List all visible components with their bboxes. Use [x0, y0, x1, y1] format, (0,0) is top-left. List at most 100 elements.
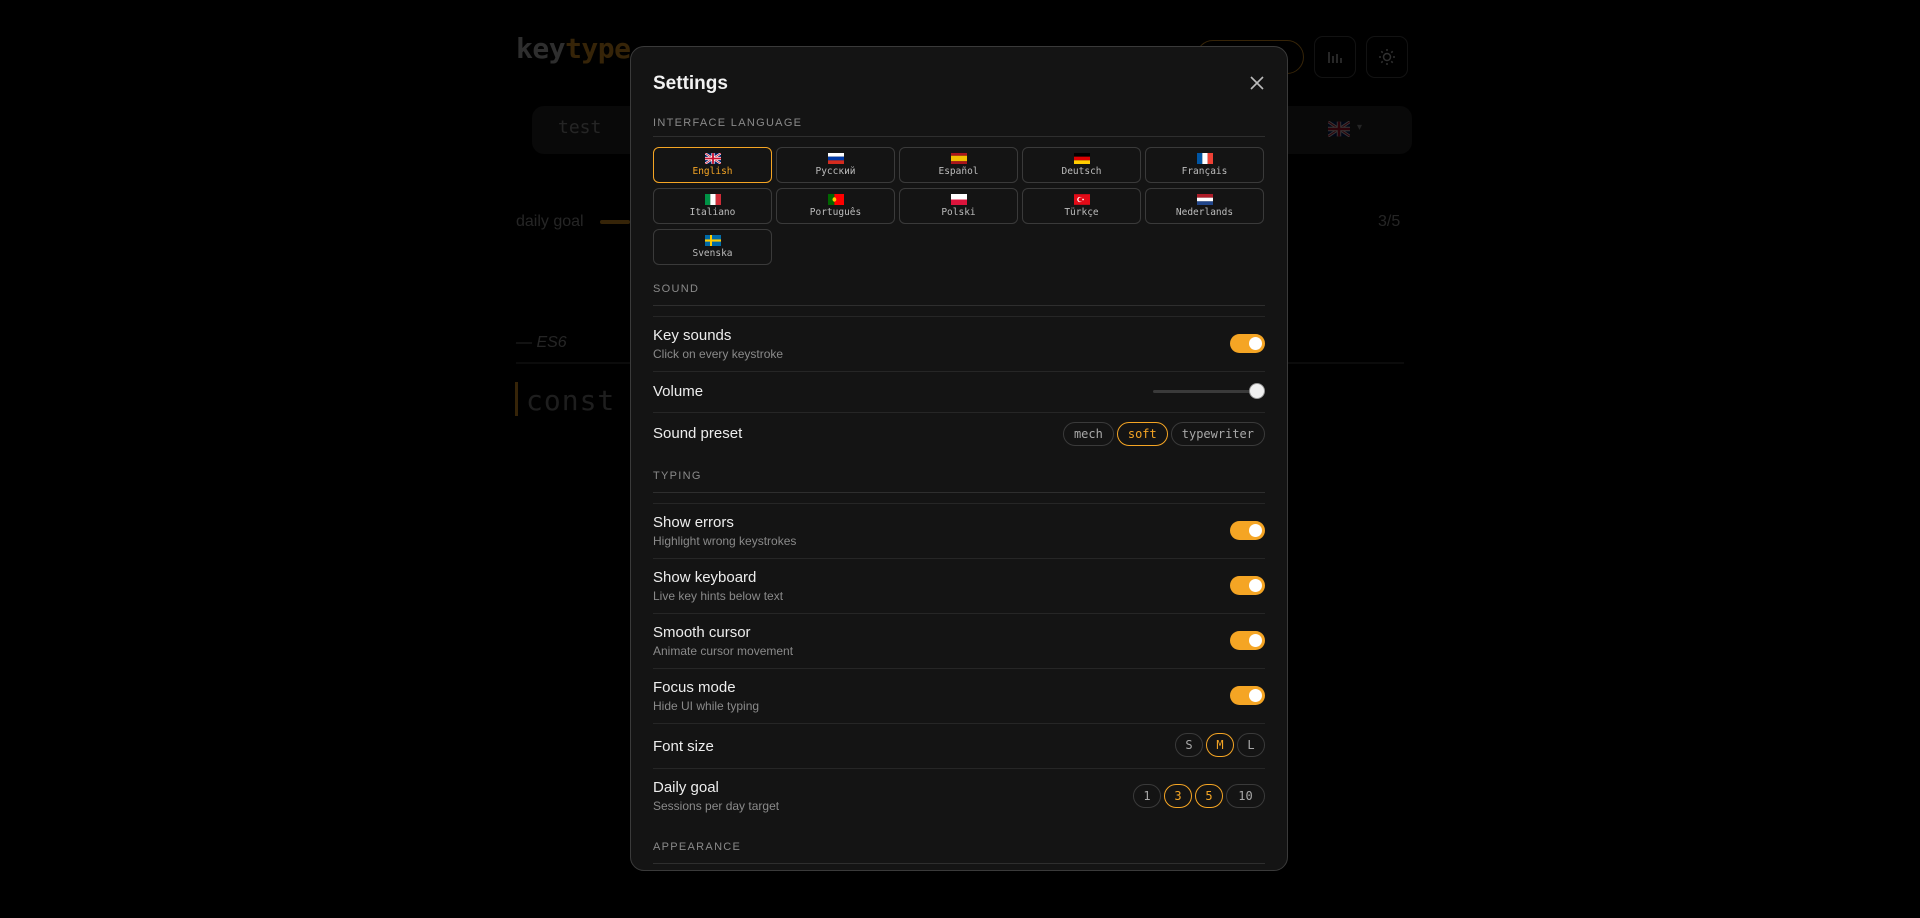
language-label: Español	[938, 166, 979, 178]
focus-mode-toggle[interactable]	[1230, 686, 1265, 705]
language-label: Polski	[941, 207, 976, 219]
snippet-source: — ES6	[516, 334, 567, 351]
daily-goal-options: 1 3 5 10	[1133, 784, 1265, 808]
setting-row-smooth-cursor: Smooth cursor Animate cursor movement	[653, 613, 1265, 668]
setting-title: Show keyboard	[653, 569, 757, 586]
daily-goal-5[interactable]: 5	[1195, 784, 1223, 808]
setting-title: Smooth cursor	[653, 624, 751, 641]
daily-goal-count: 3/5	[1378, 213, 1401, 230]
language-label: Italiano	[689, 207, 736, 219]
italy-flag-icon	[704, 194, 721, 206]
theme-button[interactable]	[1366, 36, 1408, 78]
show-errors-toggle[interactable]	[1230, 521, 1265, 540]
text-input-value: test	[558, 117, 602, 138]
portugal-flag-icon	[827, 194, 844, 206]
language-label: Svenska	[692, 248, 733, 260]
spain-flag-icon	[950, 153, 967, 165]
daily-goal-3[interactable]: 3	[1164, 784, 1192, 808]
setting-row-sound-preset: Sound preset mech soft typewriter	[653, 412, 1265, 454]
turkey-flag-icon	[1073, 194, 1090, 206]
daily-goal-progress	[600, 220, 630, 224]
volume-slider-track[interactable]	[1153, 390, 1255, 393]
language-option-dutch[interactable]: Nederlands	[1145, 188, 1264, 224]
language-option-english[interactable]: English	[653, 147, 772, 183]
daily-goal-10[interactable]: 10	[1226, 784, 1265, 808]
section-heading-sound: Sound	[653, 283, 700, 295]
language-label: English	[692, 166, 733, 178]
font-size-s[interactable]: S	[1175, 733, 1203, 757]
setting-row-focus-mode: Focus mode Hide UI while typing	[653, 668, 1265, 723]
setting-subtitle: Hide UI while typing	[653, 699, 760, 713]
stats-button[interactable]	[1314, 36, 1356, 78]
sound-preset-soft[interactable]: soft	[1116, 422, 1168, 446]
show-keyboard-toggle[interactable]	[1230, 576, 1265, 595]
setting-title: Daily goal	[653, 779, 719, 796]
section-heading-typing: Typing	[653, 470, 702, 482]
language-option-polish[interactable]: Polski	[899, 188, 1018, 224]
section-divider	[653, 305, 1265, 306]
setting-subtitle: Click on every keystroke	[653, 347, 784, 361]
smooth-cursor-toggle[interactable]	[1230, 631, 1265, 650]
germany-flag-icon	[1073, 153, 1090, 165]
language-option-turkish[interactable]: Türkçe	[1022, 188, 1141, 224]
font-size-options: S M L	[1175, 733, 1265, 757]
close-icon[interactable]	[1247, 73, 1267, 93]
setting-row-daily-goal: Daily goal Sessions per day target 1 3 5…	[653, 768, 1265, 823]
setting-row-font-size: Font size S M L	[653, 723, 1265, 768]
setting-row-show-keyboard: Show keyboard Live key hints below text	[653, 558, 1265, 613]
typing-cursor	[515, 382, 518, 416]
setting-subtitle: Sessions per day target	[653, 799, 780, 813]
section-divider	[653, 136, 1265, 137]
language-option-spanish[interactable]: Español	[899, 147, 1018, 183]
setting-row-key-sounds: Key sounds Click on every keystroke	[653, 316, 1265, 371]
setting-title: Sound preset	[653, 425, 743, 442]
section-divider	[653, 863, 1265, 864]
font-size-l[interactable]: L	[1237, 733, 1265, 757]
language-label: Português	[809, 207, 862, 219]
language-label: Nederlands	[1175, 207, 1234, 219]
settings-modal: Settings Interface language English Русс…	[630, 46, 1288, 871]
sound-preset-mech[interactable]: mech	[1062, 422, 1114, 446]
volume-slider-handle[interactable]	[1249, 383, 1265, 399]
setting-title: Show errors	[653, 514, 734, 531]
language-label: Français	[1181, 166, 1228, 178]
setting-title: Focus mode	[653, 679, 736, 696]
chevron-down-icon: ▾	[1357, 122, 1363, 133]
language-label: Türkçe	[1064, 207, 1099, 219]
section-heading-language: Interface language	[653, 117, 803, 129]
language-option-portuguese[interactable]: Português	[776, 188, 895, 224]
font-size-m[interactable]: M	[1206, 733, 1234, 757]
sound-preset-options: mech soft typewriter	[1062, 422, 1265, 446]
setting-subtitle: Highlight wrong keystrokes	[653, 534, 797, 548]
sound-preset-typewriter[interactable]: typewriter	[1170, 422, 1265, 446]
netherlands-flag-icon	[1196, 194, 1213, 206]
bar-chart-icon	[1328, 52, 1342, 63]
russia-flag-icon	[827, 153, 844, 165]
language-option-russian[interactable]: Русский	[776, 147, 895, 183]
uk-flag-icon	[1328, 121, 1350, 137]
daily-goal-1[interactable]: 1	[1133, 784, 1161, 808]
setting-title: Volume	[653, 383, 704, 400]
france-flag-icon	[1196, 153, 1213, 165]
uk-flag-icon	[704, 153, 721, 165]
modal-title: Settings	[653, 73, 728, 94]
language-label: Deutsch	[1061, 166, 1102, 178]
language-option-german[interactable]: Deutsch	[1022, 147, 1141, 183]
setting-subtitle: Animate cursor movement	[653, 644, 794, 658]
section-divider	[653, 492, 1265, 493]
setting-title: Font size	[653, 738, 714, 755]
section-heading-appearance: Appearance	[653, 841, 742, 853]
key-sounds-toggle[interactable]	[1230, 334, 1265, 353]
setting-subtitle: Live key hints below text	[653, 589, 784, 603]
language-label: Русский	[815, 166, 856, 178]
sweden-flag-icon	[704, 235, 721, 247]
language-option-swedish[interactable]: Svenska	[653, 229, 772, 265]
sun-icon	[1379, 49, 1395, 65]
daily-goal-label: daily goal	[516, 213, 584, 230]
language-option-french[interactable]: Français	[1145, 147, 1264, 183]
language-grid: English Русский Español Deutsch Français…	[653, 147, 1265, 265]
app-logo: keytype	[516, 32, 631, 65]
setting-row-volume: Volume	[653, 371, 1265, 412]
setting-row-show-errors: Show errors Highlight wrong keystrokes	[653, 503, 1265, 558]
language-option-italian[interactable]: Italiano	[653, 188, 772, 224]
